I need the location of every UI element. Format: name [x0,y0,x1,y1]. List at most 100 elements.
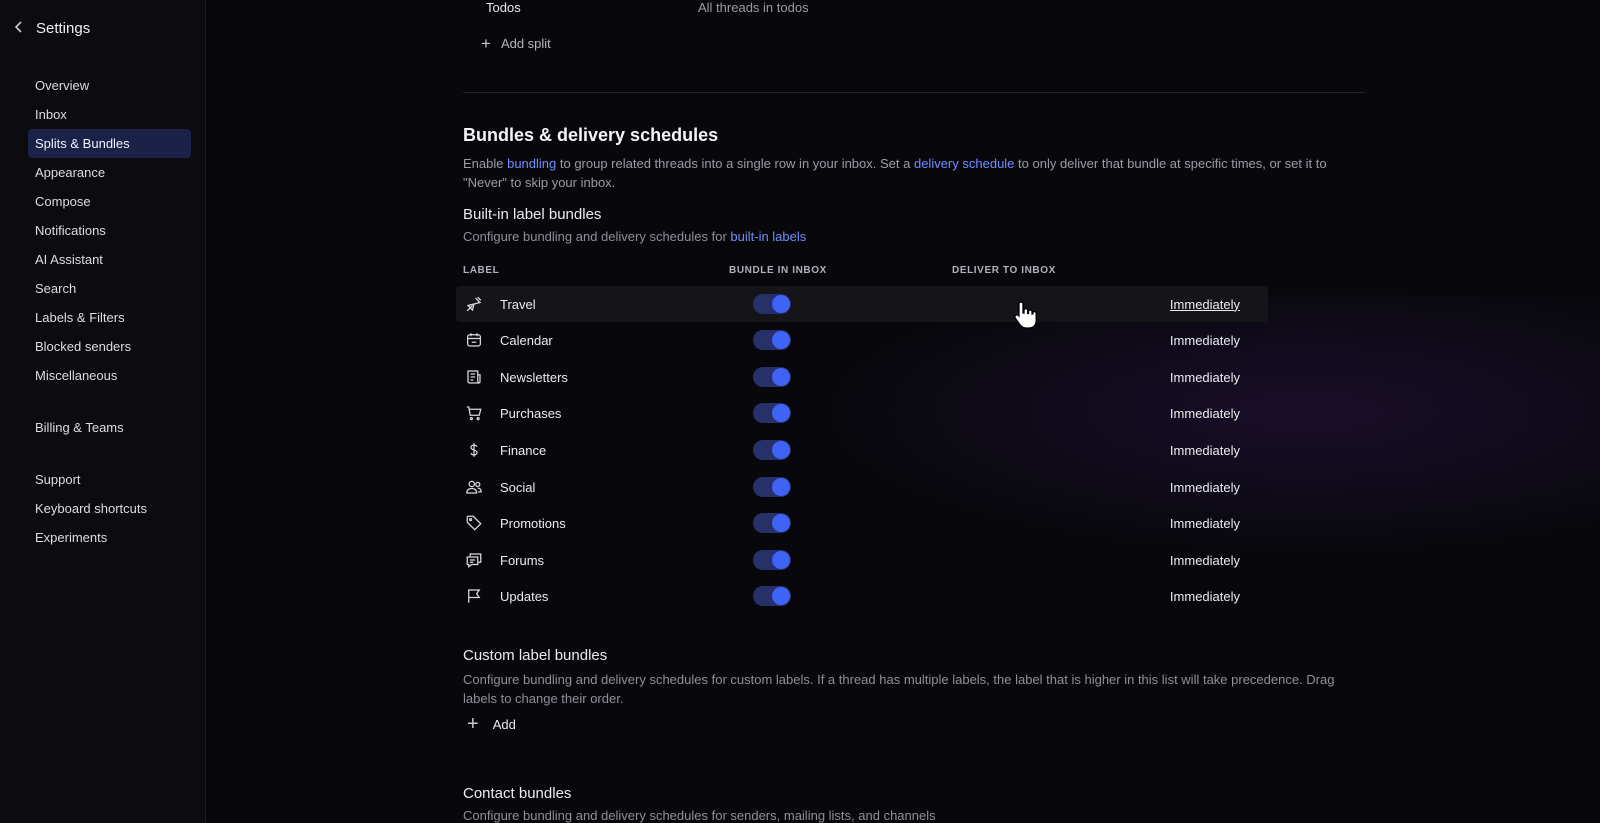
toggle-knob [772,551,790,569]
section-divider [463,92,1365,93]
bundle-toggle[interactable] [753,440,791,460]
bundle-row-label: Purchases [500,405,562,421]
toggle-knob [772,514,790,532]
bundle-toggle[interactable] [753,294,791,314]
custom-bundles-title: Custom label bundles [463,647,608,664]
newspaper-icon [464,367,484,387]
add-split-label: Add split [500,36,551,51]
sidebar-item-splits-bundles[interactable]: Splits & Bundles [28,129,191,158]
sidebar-header[interactable]: Settings [14,20,90,37]
add-split-button[interactable]: + Add split [481,34,551,53]
bundle-row-label: Social [500,479,536,495]
bundle-row-label: Calendar [500,332,553,348]
contact-bundles-title: Contact bundles [463,785,572,802]
sidebar-item-billing-teams[interactable]: Billing & Teams [28,413,191,442]
people-icon [464,477,484,497]
sidebar-item-miscellaneous[interactable]: Miscellaneous [28,361,191,390]
bundle-row-forums[interactable]: Forums Immediately [456,542,1268,578]
plus-icon: + [467,713,479,735]
chevron-left-icon[interactable] [14,20,26,37]
deliver-schedule-button[interactable]: Immediately [1170,443,1240,458]
deliver-schedule-button[interactable]: Immediately [1170,333,1240,348]
sidebar-title: Settings [36,20,91,37]
split-row-value: All threads in todos [698,0,809,15]
bundle-row-promotions[interactable]: Promotions Immediately [456,505,1268,541]
contact-bundles-subtitle: Configure bundling and delivery schedule… [463,808,936,823]
bundle-row-updates[interactable]: Updates Immediately [456,578,1268,614]
toggle-knob [772,587,790,605]
bundle-row-label: Travel [500,296,536,312]
bundle-toggle[interactable] [753,367,791,387]
toggle-knob [772,478,790,496]
toggle-knob [772,404,790,422]
bundle-row-purchases[interactable]: Purchases Immediately [456,395,1268,431]
bundle-row-label: Finance [500,442,547,458]
deliver-schedule-button[interactable]: Immediately [1170,370,1240,385]
dollar-icon [464,440,484,460]
bundle-toggle[interactable] [753,330,791,350]
bundle-row-social[interactable]: Social Immediately [456,469,1268,505]
sidebar-item-ai-assistant[interactable]: AI Assistant [28,245,191,274]
column-header-label: LABEL [463,265,500,276]
bundle-toggle[interactable] [753,586,791,606]
chat-icon [464,550,484,570]
bundles-section-title: Bundles & delivery schedules [463,125,719,145]
desc-text: Enable [463,156,508,171]
toggle-knob [772,368,790,386]
toggle-knob [772,441,790,459]
flag-icon [464,586,484,606]
split-row-label: Todos [486,0,521,15]
bundle-toggle[interactable] [753,477,791,497]
sidebar-item-support[interactable]: Support [28,465,191,494]
toggle-knob [772,331,790,349]
sidebar-item-notifications[interactable]: Notifications [28,216,191,245]
deliver-schedule-button[interactable]: Immediately [1170,406,1240,421]
builtin-bundles-title: Built-in label bundles [463,206,602,223]
bundle-row-label: Updates [500,588,549,604]
delivery-schedule-link[interactable]: delivery schedule [914,156,1014,171]
column-header-deliver: DELIVER TO INBOX [952,265,1056,276]
add-custom-label: Add [492,717,516,732]
cart-icon [464,403,484,423]
custom-bundles-subtitle: Configure bundling and delivery schedule… [463,672,1335,706]
settings-sidebar: Settings Overview Inbox Splits & Bundles… [0,0,206,823]
built-in-labels-link[interactable]: built-in labels [730,229,806,244]
sidebar-item-inbox[interactable]: Inbox [28,100,191,129]
deliver-schedule-button[interactable]: Immediately [1170,297,1240,312]
bundling-link[interactable]: bundling [507,156,556,171]
sidebar-item-experiments[interactable]: Experiments [28,523,191,552]
bundle-row-label: Promotions [500,515,566,531]
sidebar-item-overview[interactable]: Overview [28,71,191,100]
bundle-toggle[interactable] [753,403,791,423]
sidebar-item-blocked-senders[interactable]: Blocked senders [28,332,191,361]
plane-icon [464,294,484,314]
sidebar-item-compose[interactable]: Compose [28,187,191,216]
bundle-row-calendar[interactable]: Calendar Immediately [456,322,1268,358]
desc-text: to group related threads into a single r… [556,156,914,171]
sidebar-item-keyboard-shortcuts[interactable]: Keyboard shortcuts [28,494,191,523]
bundle-toggle[interactable] [753,513,791,533]
toggle-knob [772,295,790,313]
deliver-schedule-button[interactable]: Immediately [1170,480,1240,495]
add-custom-bundle-button[interactable]: + Add [467,713,516,735]
sidebar-item-search[interactable]: Search [28,274,191,303]
settings-main: Todos All threads in todos + Add split B… [206,0,1600,823]
bundle-row-newsletters[interactable]: Newsletters Immediately [456,359,1268,395]
deliver-schedule-button[interactable]: Immediately [1170,516,1240,531]
bundle-row-travel[interactable]: Travel Immediately [456,286,1268,322]
bundle-row-label: Forums [500,552,545,568]
bundle-row-finance[interactable]: Finance Immediately [456,432,1268,468]
deliver-schedule-button[interactable]: Immediately [1170,589,1240,604]
calendar-icon [464,330,484,350]
bundle-row-label: Newsletters [500,369,568,385]
hand-cursor-icon [1013,300,1039,333]
deliver-schedule-button[interactable]: Immediately [1170,553,1240,568]
plus-icon: + [481,34,491,53]
sidebar-item-labels-filters[interactable]: Labels & Filters [28,303,191,332]
sidebar-item-appearance[interactable]: Appearance [28,158,191,187]
subtitle-text: Configure bundling and delivery schedule… [463,229,731,244]
builtin-bundles-subtitle: Configure bundling and delivery schedule… [463,229,806,244]
bundles-description: Enable bundling to group related threads… [463,154,1363,192]
bundle-toggle[interactable] [753,550,791,570]
tag-icon [464,513,484,533]
